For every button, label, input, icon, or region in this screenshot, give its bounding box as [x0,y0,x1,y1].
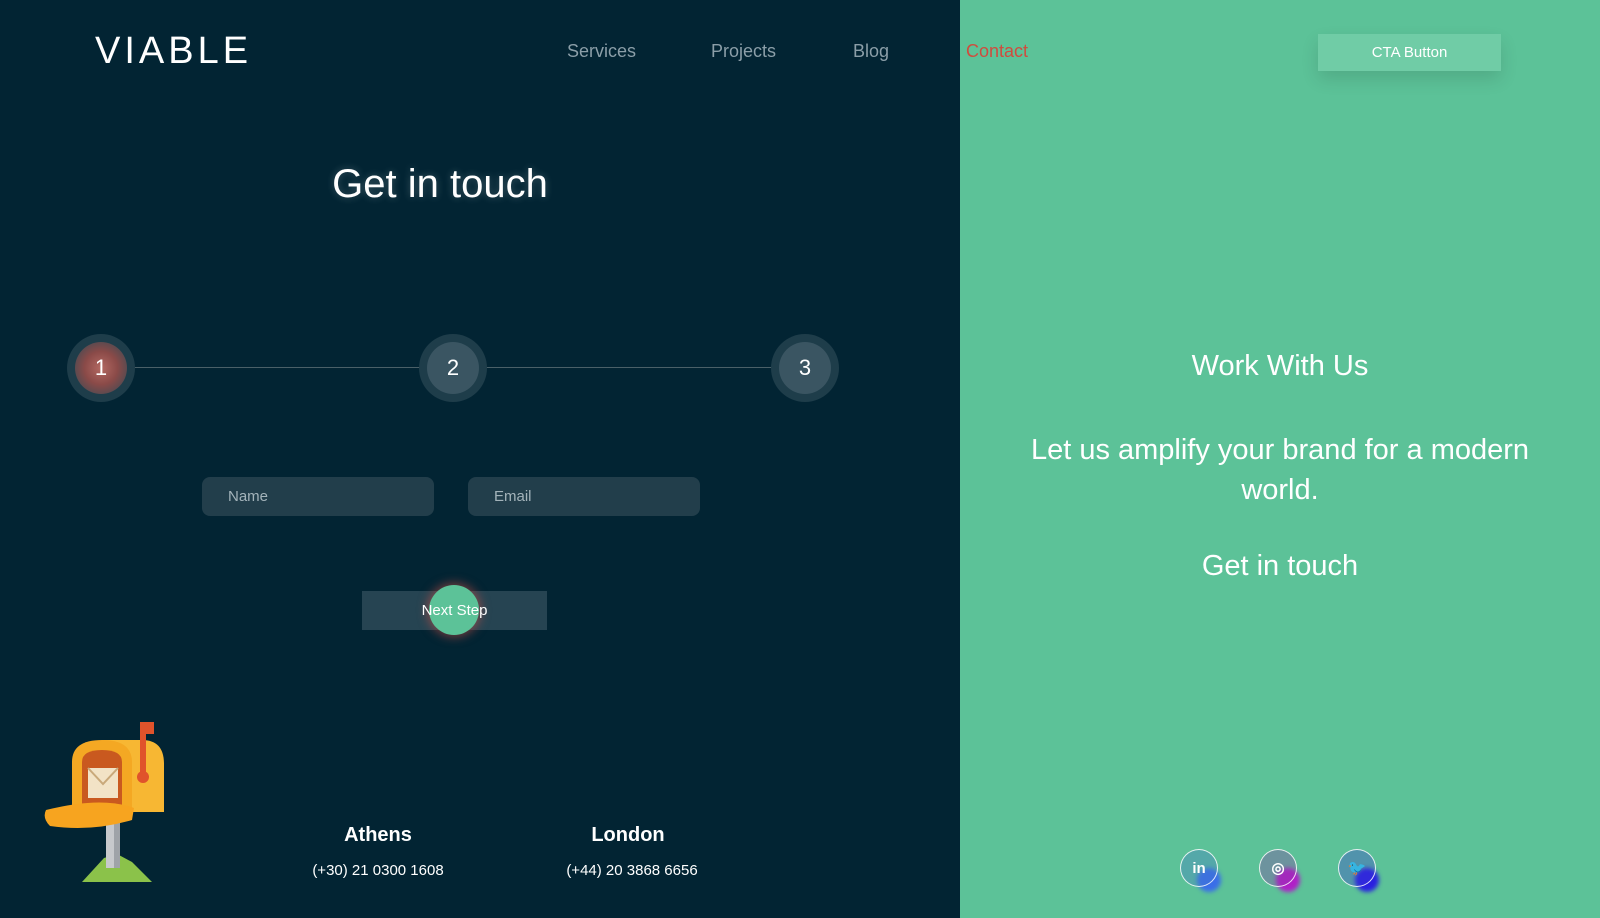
aside-tagline: Let us amplify your brand for a modern w… [1030,434,1530,506]
next-step-button[interactable]: Next Step [362,585,547,635]
step-1-label: 1 [75,342,127,394]
cta-button[interactable]: CTA Button [1318,34,1501,71]
step-3-label: 3 [779,342,831,394]
nav-projects[interactable]: Projects [711,41,776,62]
office-athens-phone[interactable]: (+30) 21 0300 1608 [278,862,478,879]
linkedin-icon[interactable]: in [1180,849,1218,887]
page-title: Get in touch [332,162,548,206]
nav-services[interactable]: Services [567,41,636,62]
email-field[interactable] [468,477,700,516]
next-step-label: Next Step [421,602,488,619]
nav-contact[interactable]: Contact [966,41,1028,62]
name-field[interactable] [202,477,434,516]
instagram-icon[interactable]: ◎ [1259,849,1297,887]
step-2-label: 2 [427,342,479,394]
office-london-city: London [591,824,665,846]
office-athens-city: Athens [344,824,412,846]
mailbox-illustration [44,722,164,882]
office-london-phone[interactable]: (+44) 20 3868 6656 [532,862,732,879]
twitter-icon[interactable]: 🐦 [1338,849,1376,887]
step-3[interactable]: 3 [771,334,839,402]
aside-title: Work With Us [1191,350,1369,382]
step-2[interactable]: 2 [419,334,487,402]
step-1[interactable]: 1 [67,334,135,402]
logo[interactable]: VIABLE [95,30,252,73]
nav-blog[interactable]: Blog [853,41,889,62]
aside-cta-link[interactable]: Get in touch [960,550,1600,583]
